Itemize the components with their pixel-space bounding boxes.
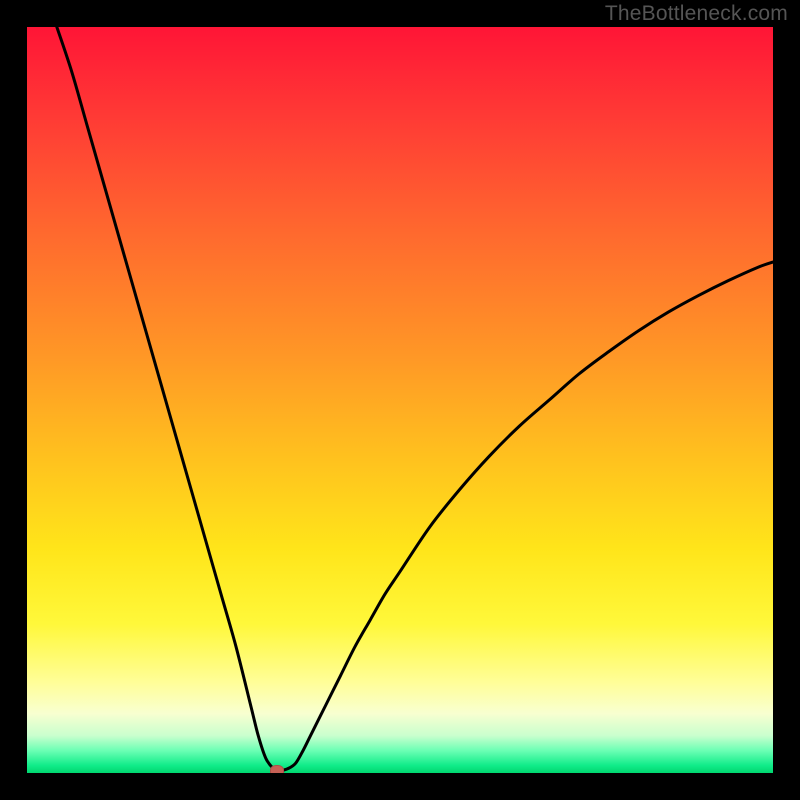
minimum-marker [270,765,284,773]
bottleneck-curve [27,27,773,773]
plot-area [27,27,773,773]
watermark-text: TheBottleneck.com [605,2,788,26]
chart-stage: TheBottleneck.com [0,0,800,800]
